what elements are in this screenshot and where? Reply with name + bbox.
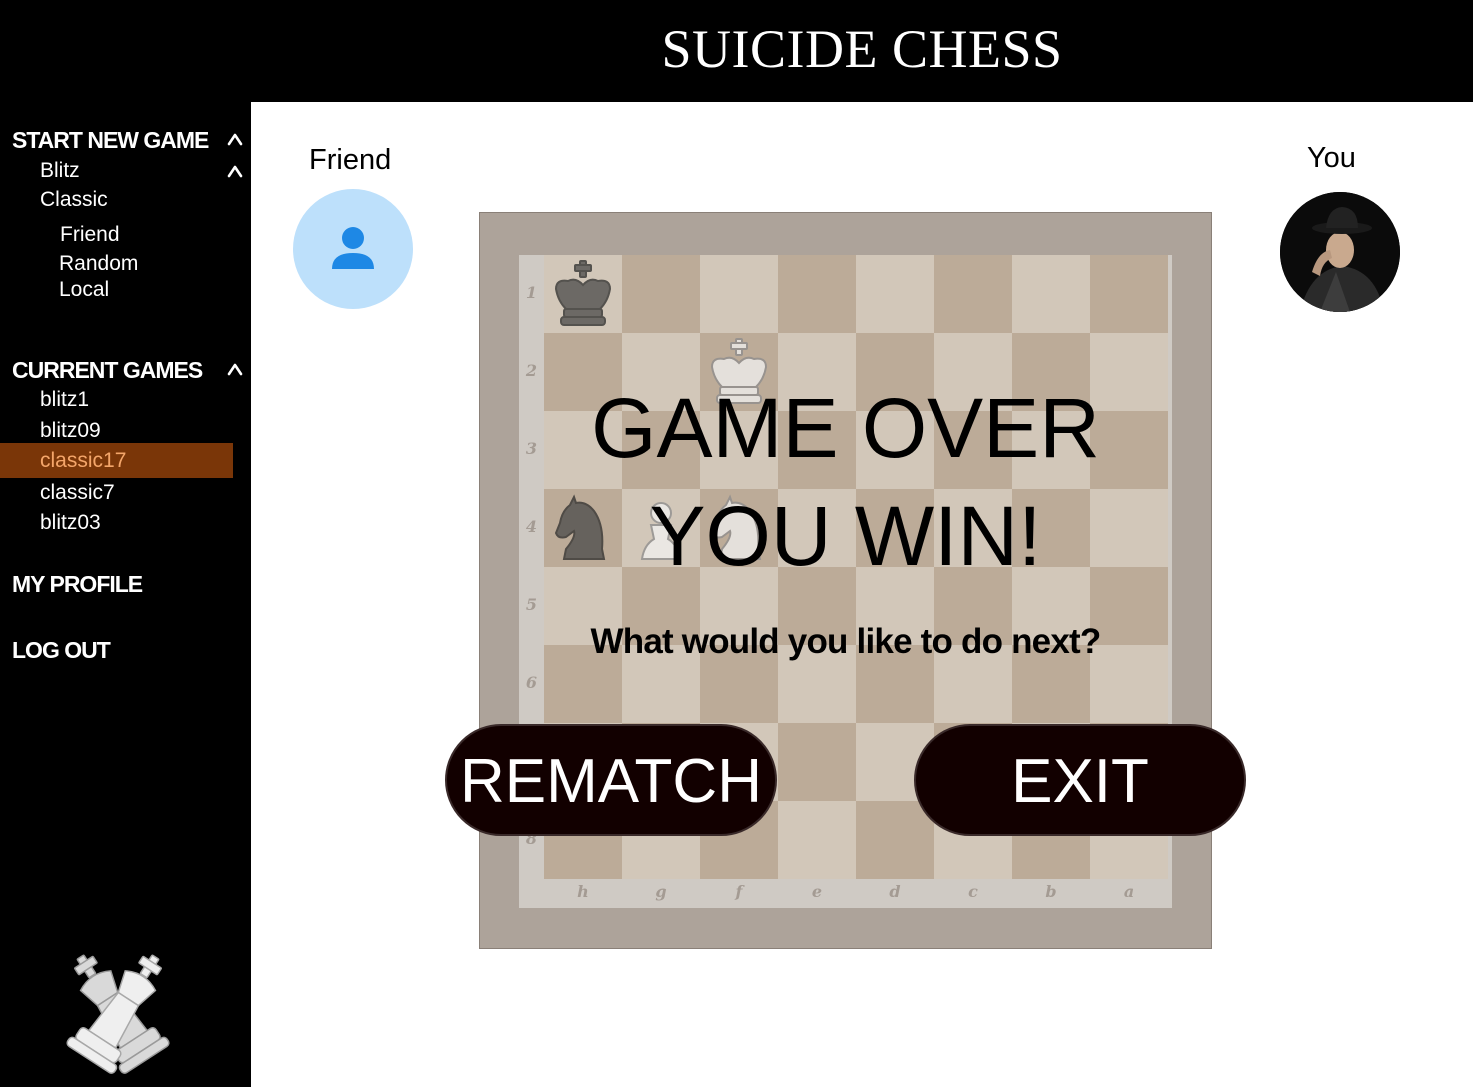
- game-item-blitz03[interactable]: blitz03: [40, 511, 101, 535]
- next-action-prompt: What would you like to do next?: [590, 622, 1102, 661]
- app-header: SUICIDE CHESS: [0, 0, 1473, 102]
- file-labels: h g f e d c b a: [544, 877, 1166, 908]
- board-square-c1[interactable]: [934, 255, 1012, 333]
- sidebar: START NEW GAME Blitz Classic Friend Rand…: [0, 102, 251, 1087]
- board-square-a1[interactable]: [1090, 255, 1168, 333]
- file-label: f: [735, 882, 743, 901]
- self-name: You: [1307, 142, 1356, 174]
- board-square-f1[interactable]: [700, 255, 778, 333]
- rank-label: 6: [525, 673, 538, 692]
- board-square-d8[interactable]: [856, 801, 934, 879]
- exit-button[interactable]: EXIT: [914, 724, 1246, 836]
- file-label: a: [1123, 882, 1135, 901]
- my-profile-link[interactable]: MY PROFILE: [12, 571, 143, 598]
- file-label: h: [577, 882, 589, 901]
- board-square-e7[interactable]: [778, 723, 856, 801]
- board-square-e8[interactable]: [778, 801, 856, 879]
- file-label: g: [655, 882, 667, 901]
- game-item-blitz09[interactable]: blitz09: [40, 419, 101, 443]
- board-square-g1[interactable]: [622, 255, 700, 333]
- self-avatar: [1280, 192, 1400, 312]
- game-item-classic17[interactable]: classic17: [0, 443, 233, 478]
- game-item-classic7[interactable]: classic7: [40, 481, 115, 505]
- log-out-link[interactable]: LOG OUT: [12, 637, 111, 664]
- collapse-start-new-game-icon[interactable]: [224, 129, 246, 151]
- rematch-button[interactable]: REMATCH: [445, 724, 777, 836]
- app-title: SUICIDE CHESS: [661, 19, 1063, 79]
- detective-avatar-icon: [1280, 192, 1400, 312]
- opponent-random[interactable]: Random: [59, 252, 138, 276]
- board-square-d1[interactable]: [856, 255, 934, 333]
- current-games-title[interactable]: CURRENT GAMES: [12, 357, 203, 384]
- main-area: Friend You 1 2 3 4 5 6 7: [251, 102, 1473, 1087]
- black-king-icon[interactable]: [544, 255, 622, 333]
- collapse-blitz-icon[interactable]: [224, 161, 246, 183]
- you-win-heading: YOU WIN!: [649, 489, 1042, 583]
- opponent-avatar: [293, 189, 413, 309]
- mode-blitz[interactable]: Blitz: [40, 159, 80, 183]
- crossed-kings-logo-icon: [66, 954, 170, 1074]
- person-icon: [332, 227, 374, 269]
- board-square-b1[interactable]: [1012, 255, 1090, 333]
- opponent-friend[interactable]: Friend: [60, 223, 120, 247]
- game-item-blitz1[interactable]: blitz1: [40, 388, 89, 412]
- rank-label: 2: [525, 361, 538, 380]
- mode-classic[interactable]: Classic: [40, 188, 108, 212]
- file-label: b: [1045, 882, 1057, 901]
- file-label: d: [889, 882, 901, 901]
- file-label: c: [968, 882, 978, 901]
- rank-label: 5: [525, 595, 538, 614]
- file-label: e: [811, 882, 823, 901]
- board-square-e1[interactable]: [778, 255, 856, 333]
- collapse-current-games-icon[interactable]: [224, 359, 246, 381]
- opponent-name: Friend: [309, 144, 392, 176]
- opponent-local[interactable]: Local: [59, 278, 109, 302]
- game-over-heading: GAME OVER: [591, 381, 1100, 475]
- start-new-game-title[interactable]: START NEW GAME: [12, 127, 209, 154]
- rank-label: 1: [525, 283, 538, 302]
